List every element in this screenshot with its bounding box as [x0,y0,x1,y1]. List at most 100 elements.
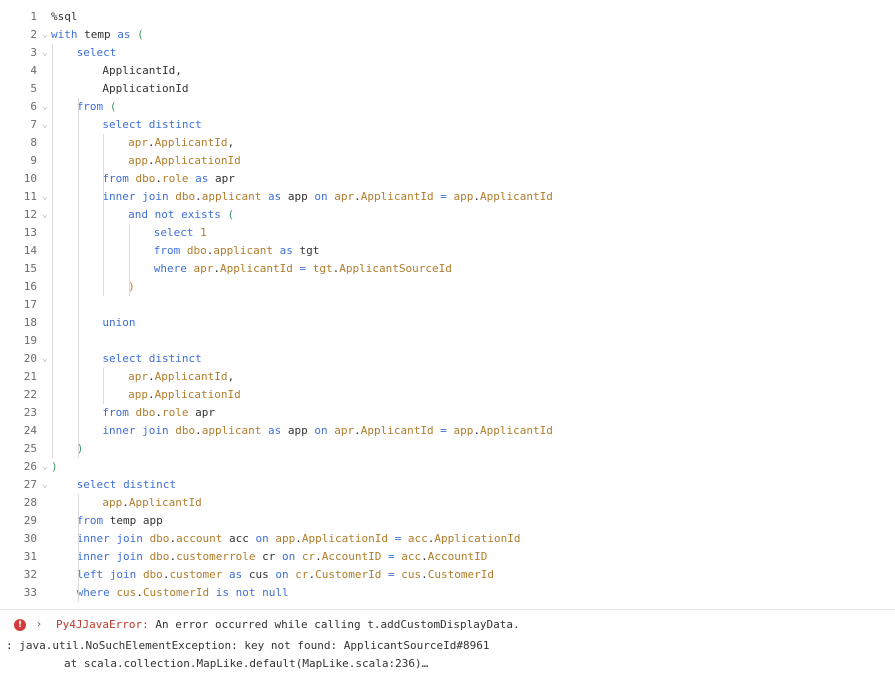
code-token: on [255,532,269,545]
error-summary: ! › Py4JJavaError: An error occurred whi… [14,618,520,632]
code-token: apr [334,190,355,203]
code-line[interactable]: 17 [0,296,895,314]
line-number: 27 [23,478,37,491]
code-line[interactable]: 15 where apr.ApplicantId = tgt.ApplicantS… [0,260,895,278]
fold-chevron-icon[interactable]: ⌄ [40,206,50,224]
code-token: select [102,352,143,365]
code-line[interactable]: 6 ⌄ from ( [0,98,895,116]
code-token: ApplicantId [479,190,553,203]
fold-chevron-icon[interactable]: ⌄ [40,476,50,494]
code-line[interactable]: 18 union [0,314,895,332]
code-line[interactable]: 28 app.ApplicantId [0,494,895,512]
code-line[interactable]: 13 select 1 [0,224,895,242]
code-line[interactable]: 14 from dbo.applicant as tgt [0,242,895,260]
code-token: left [76,568,104,581]
code-token: apr [208,172,235,185]
code-token: from [102,172,129,185]
line-number: 6 [30,100,37,113]
code-line[interactable]: 32 left join dbo.customer as cus on cr.Cu… [0,566,895,584]
code-line[interactable]: 12 ⌄ and not exists ( [0,206,895,224]
code-line[interactable]: 22 app.ApplicationId [0,386,895,404]
code-line[interactable]: 27 ⌄ select distinct [0,476,895,494]
code-token: acc [222,532,256,545]
code-line[interactable]: 33 where cus.CustomerId is not null [0,584,895,602]
code-token: app [102,496,123,509]
fold-chevron-icon[interactable]: ⌄ [40,188,50,206]
code-token: apr [128,370,148,383]
code-text: app.ApplicationId [128,152,241,170]
code-line[interactable]: 2 ⌄ with temp as ( [0,26,895,44]
fold-chevron-icon[interactable]: ⌄ [40,116,50,134]
code-token: on [314,424,328,437]
code-token: on [282,550,296,563]
code-token: as [195,172,209,185]
code-token: ApplicationId [154,388,241,401]
code-line[interactable]: 1 %sql [0,8,895,26]
code-line[interactable]: 29 from temp app [0,512,895,530]
fold-chevron-icon[interactable]: ⌄ [40,44,50,62]
code-line[interactable]: 20 ⌄ select distinct [0,350,895,368]
code-text: select distinct [102,116,201,134]
code-token: . [195,190,202,203]
expand-chevron-icon[interactable]: › [36,618,42,632]
code-line[interactable]: 5 ApplicationId [0,80,895,98]
code-token: null [262,586,289,599]
code-token: distinct [123,478,177,491]
indent-guide [52,44,53,458]
code-line[interactable]: 16) [0,278,895,296]
code-line[interactable]: 24 inner join dbo.applicant as app on apr… [0,422,895,440]
code-token: dbo [175,424,196,437]
indent-guide [103,134,105,296]
code-line[interactable]: 9 app.ApplicationId [0,152,895,170]
code-line[interactable]: 26 ⌄) [0,458,895,476]
fold-chevron-icon[interactable]: ⌄ [40,350,50,368]
code-token: apr [188,406,216,419]
code-token: . [421,550,428,563]
code-token: with [51,28,78,41]
code-token: select [153,226,194,239]
code-text: union [102,314,135,332]
code-line[interactable]: 11 ⌄ inner join dbo.applicant as app on ap… [0,188,895,206]
error-icon: ! [14,619,26,631]
code-token: . [147,154,155,167]
code-line[interactable]: 30 inner join dbo.account acc on app.Appl… [0,530,895,548]
code-token: = [388,550,395,563]
line-number: 16 [23,280,37,293]
code-token: applicant [213,244,274,257]
code-editor[interactable]: 1 %sql 2 ⌄ with temp as (3 ⌄ select 4 ApplicantI… [0,8,895,602]
code-text: from temp app [77,512,163,530]
line-number: 21 [23,370,37,383]
code-line[interactable]: 25) [0,440,895,458]
code-token: not [235,586,256,599]
code-line[interactable]: 23 from dbo.role apr [0,404,895,422]
code-token: AccountID [427,550,488,563]
code-line[interactable]: 19 [0,332,895,350]
code-line[interactable]: 7 ⌄ select distinct [0,116,895,134]
error-text: An error occurred while calling t.addCus… [148,618,520,631]
code-text: app.ApplicantId [102,494,201,512]
code-line[interactable]: 21 apr.ApplicantId, [0,368,895,386]
code-line[interactable]: 8 apr.ApplicantId, [0,134,895,152]
code-token: as [268,190,282,203]
code-token: ApplicantId [220,262,293,275]
code-token: cr [295,568,309,581]
code-line[interactable]: 4 ApplicantId, [0,62,895,80]
fold-chevron-icon[interactable]: ⌄ [40,26,50,44]
code-line[interactable]: 3 ⌄ select [0,44,895,62]
code-token: tgt [292,244,320,257]
fold-chevron-icon[interactable]: ⌄ [40,98,50,116]
code-token: ApplicationId [102,82,189,95]
code-token: role [162,172,189,185]
code-text: ) [51,458,58,476]
code-text: from dbo.role as apr [102,170,235,188]
code-line[interactable]: 10 from dbo.role as apr [0,170,895,188]
code-token: inner [76,532,110,545]
code-line[interactable]: 31 inner join dbo.customerrole cr on cr.A… [0,548,895,566]
line-number: 8 [30,136,37,149]
fold-chevron-icon[interactable]: ⌄ [40,458,50,476]
